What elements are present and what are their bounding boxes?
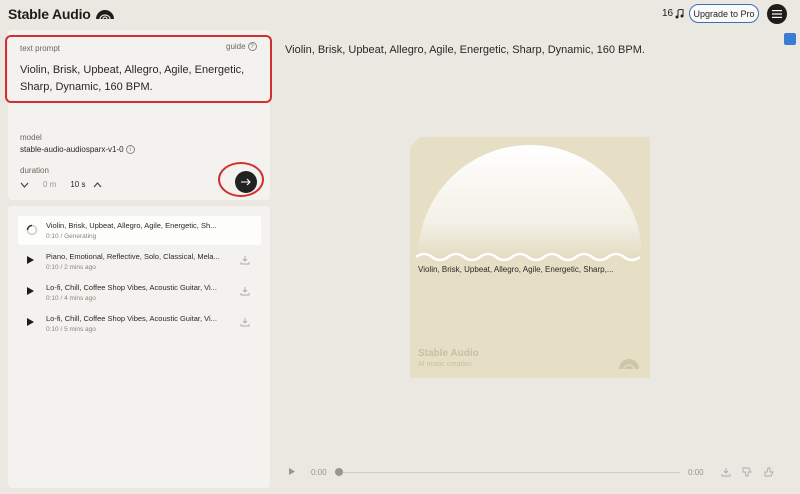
artwork-sun-graphic [410,137,642,262]
browser-extension-icon[interactable] [784,33,796,45]
credits-count: 16 [662,8,674,19]
audio-player: 0:00 0:00 [283,462,783,482]
history-title: Piano, Emotional, Reflective, Solo, Clas… [46,252,220,261]
main-preview: Violin, Brisk, Upbeat, Allegro, Agile, E… [275,30,785,488]
play-icon[interactable] [26,286,35,296]
app-name: Stable Audio [8,6,91,22]
history-title: Lo-fi, Chill, Coffee Shop Vibes, Acousti… [46,314,217,323]
menu-button[interactable] [767,4,787,24]
download-icon[interactable] [240,317,250,327]
artwork-brand: Stable Audio [418,348,479,359]
duration-label: duration [20,166,49,175]
annotation-prompt-highlight [5,35,272,103]
artwork-logo-icon [619,359,639,370]
generation-history: Violin, Brisk, Upbeat, Allegro, Agile, E… [8,206,270,488]
upgrade-to-pro-button[interactable]: Upgrade to Pro [689,4,759,23]
music-note-icon [675,8,684,18]
seek-bar[interactable] [340,472,680,473]
credits-counter: 16 [662,8,684,19]
artwork-caption: Violin, Brisk, Upbeat, Allegro, Agile, E… [418,265,614,274]
history-meta: 0:10 / 5 mins ago [46,326,96,333]
chevron-up-icon[interactable] [93,181,102,188]
seek-handle[interactable] [335,468,343,476]
thumbs-down-icon[interactable] [742,467,753,477]
history-item[interactable]: Lo-fi, Chill, Coffee Shop Vibes, Acousti… [18,309,261,338]
chevron-down-icon[interactable] [20,182,29,188]
model-value: stable-audio-audiosparx-v1-0 [20,145,124,154]
menu-icon [772,10,782,18]
history-meta: 0:10 / Generating [46,233,97,240]
download-icon[interactable] [240,255,250,265]
history-meta: 0:10 / 2 mins ago [46,264,96,271]
history-item[interactable]: Lo-fi, Chill, Coffee Shop Vibes, Acousti… [18,278,261,307]
history-meta: 0:10 / 4 mins ago [46,295,96,302]
history-title: Violin, Brisk, Upbeat, Allegro, Agile, E… [46,221,217,230]
duration-control: 0 m 10 s [20,180,102,189]
info-icon[interactable]: i [125,145,135,154]
track-title: Violin, Brisk, Upbeat, Allegro, Agile, E… [285,44,645,56]
play-icon[interactable] [26,255,35,265]
app-logo[interactable]: Stable Audio [8,6,115,22]
current-time: 0:00 [311,468,327,477]
loading-spinner-icon [26,224,38,236]
model-selector[interactable]: stable-audio-audiosparx-v1-0 i [20,145,135,154]
model-label: model [20,133,42,142]
duration-start: 0 m [43,180,57,189]
stable-audio-logo-icon [95,10,114,20]
annotation-generate-highlight [218,162,264,197]
duration-length: 10 s [70,180,86,189]
track-artwork: Violin, Brisk, Upbeat, Allegro, Agile, E… [410,137,650,378]
end-time: 0:00 [688,468,704,477]
history-item[interactable]: Piano, Emotional, Reflective, Solo, Clas… [18,247,261,276]
download-icon[interactable] [721,467,731,477]
top-bar: Stable Audio 16 Upgrade to Pro [0,0,800,30]
download-icon[interactable] [240,286,250,296]
play-icon[interactable] [26,317,35,327]
history-title: Lo-fi, Chill, Coffee Shop Vibes, Acousti… [46,283,217,292]
play-icon[interactable] [288,467,296,476]
thumbs-up-icon[interactable] [764,467,775,477]
history-item[interactable]: Violin, Brisk, Upbeat, Allegro, Agile, E… [18,216,261,245]
artwork-subtitle: AI music creation [418,361,472,368]
